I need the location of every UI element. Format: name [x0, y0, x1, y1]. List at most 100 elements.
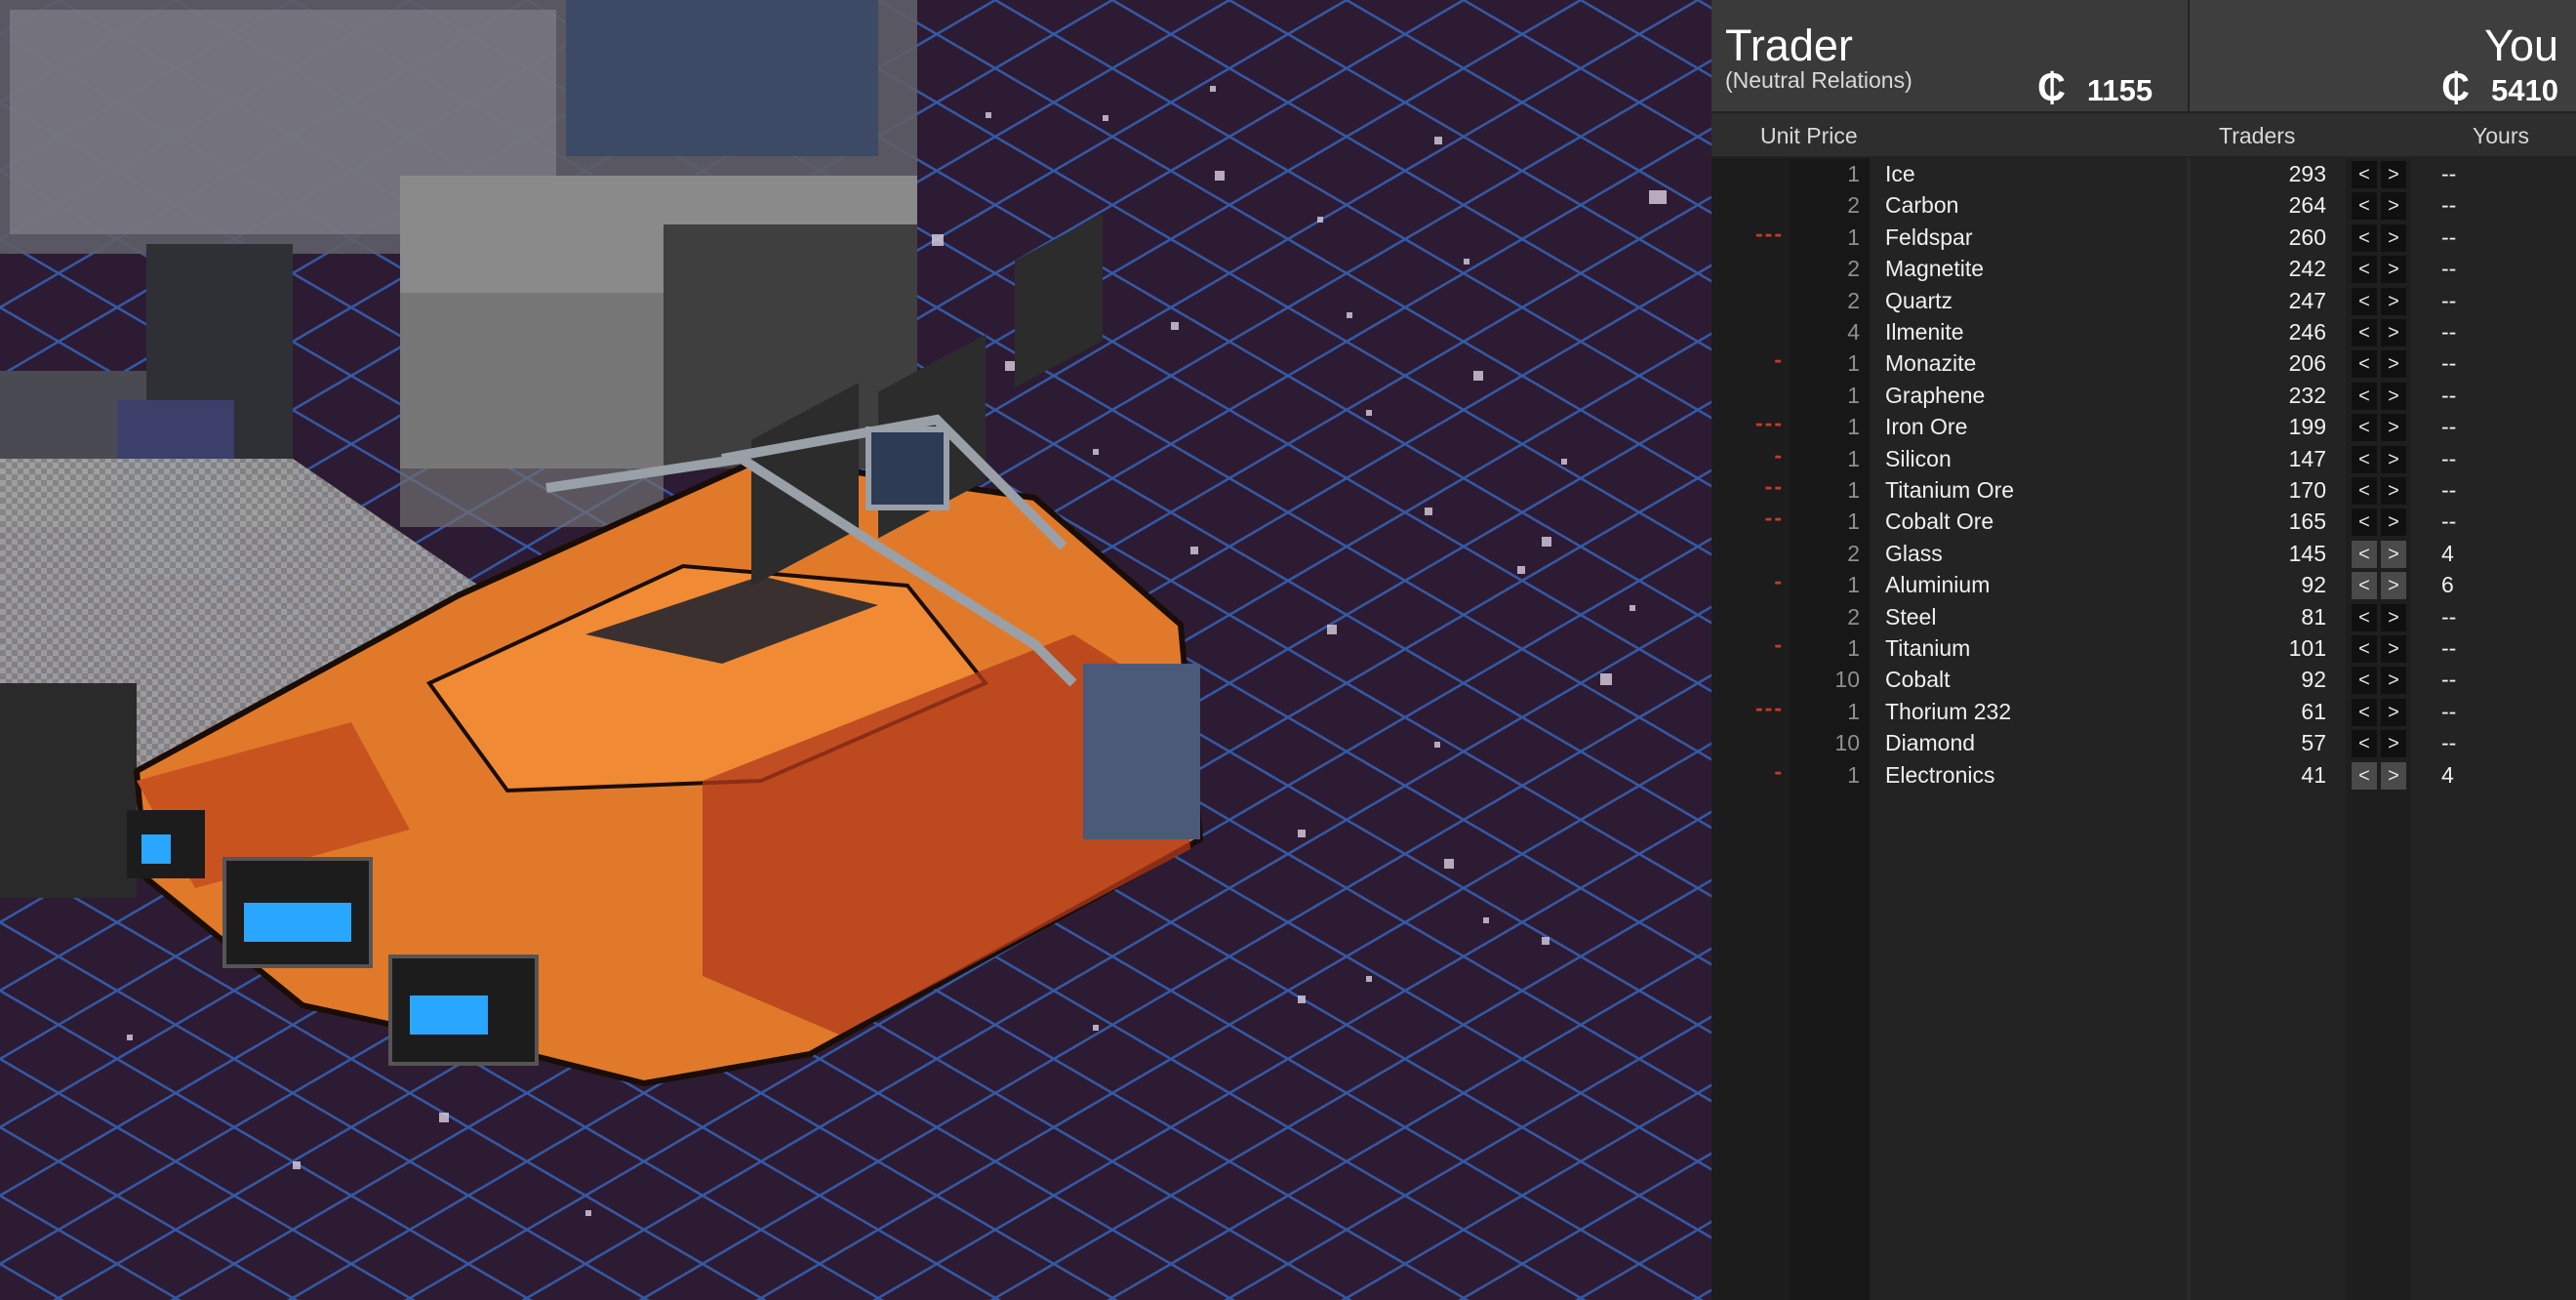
- commodity-row: --- 1 Iron Ore 199 < > --: [1711, 412, 2576, 443]
- increase-button[interactable]: >: [2381, 382, 2406, 410]
- decrease-button[interactable]: <: [2352, 192, 2377, 221]
- player-stock: --: [2441, 603, 2457, 630]
- increase-button[interactable]: >: [2381, 698, 2406, 726]
- decrease-button[interactable]: <: [2352, 761, 2377, 790]
- increase-button[interactable]: >: [2381, 161, 2406, 188]
- decrease-button[interactable]: <: [2352, 256, 2377, 284]
- commodity-row: 1 Ice 293 < > --: [1711, 159, 2576, 190]
- player-stock: --: [2441, 382, 2457, 408]
- demand-indicator: -: [1774, 568, 1784, 594]
- unit-price: 2: [1847, 603, 1860, 630]
- commodity-name: Titanium: [1885, 635, 1971, 661]
- commodity-name: Cobalt Ore: [1885, 508, 1994, 535]
- increase-button[interactable]: >: [2381, 540, 2406, 568]
- unit-price: 1: [1847, 223, 1860, 250]
- commodity-name: Diamond: [1885, 730, 1976, 756]
- increase-button[interactable]: >: [2381, 319, 2406, 346]
- player-stock: --: [2441, 730, 2457, 756]
- decrease-button[interactable]: <: [2352, 698, 2377, 726]
- decrease-button[interactable]: <: [2352, 603, 2377, 631]
- increase-button[interactable]: >: [2381, 445, 2406, 473]
- decrease-button[interactable]: <: [2352, 508, 2377, 537]
- commodity-name: Thorium 232: [1885, 698, 2012, 724]
- player-credits-value: 5410: [2491, 73, 2558, 107]
- commodity-name: Glass: [1885, 540, 1943, 566]
- trader-stock: 147: [2288, 445, 2326, 471]
- trader-stock: 242: [2288, 256, 2326, 282]
- decrease-button[interactable]: <: [2352, 445, 2377, 473]
- credit-icon: ₵: [2441, 66, 2471, 109]
- trader-stock: 81: [2301, 603, 2326, 630]
- trader-stock: 170: [2288, 477, 2326, 503]
- unit-price: 2: [1847, 192, 1860, 219]
- increase-button[interactable]: >: [2381, 223, 2406, 252]
- commodity-row: 2 Magnetite 242 < > --: [1711, 254, 2576, 285]
- unit-price: 1: [1847, 635, 1860, 661]
- trader-credits: ₵ 1155: [2037, 68, 2153, 107]
- commodity-name: Magnetite: [1885, 256, 1985, 282]
- commodity-name: Silicon: [1885, 445, 1952, 471]
- trader-stock: 293: [2288, 161, 2326, 186]
- increase-button[interactable]: >: [2381, 350, 2406, 379]
- decrease-button[interactable]: <: [2352, 161, 2377, 188]
- trader-stock: 92: [2301, 572, 2326, 598]
- unit-price: 1: [1847, 414, 1860, 440]
- player-header: You ₵ 5410: [2190, 0, 2576, 111]
- trader-header: Trader (Neutral Relations) ₵ 1155: [1711, 0, 2188, 111]
- player-stock: --: [2441, 445, 2457, 471]
- commodity-name: Titanium Ore: [1885, 477, 2015, 503]
- increase-button[interactable]: >: [2381, 730, 2406, 758]
- decrease-button[interactable]: <: [2352, 540, 2377, 568]
- increase-button[interactable]: >: [2381, 572, 2406, 600]
- decrease-button[interactable]: <: [2352, 477, 2377, 505]
- commodity-row: 2 Quartz 247 < > --: [1711, 286, 2576, 317]
- trader-stock: 232: [2288, 382, 2326, 408]
- trader-relation: (Neutral Relations): [1725, 67, 1912, 93]
- player-stock: --: [2441, 350, 2457, 377]
- decrease-button[interactable]: <: [2352, 414, 2377, 442]
- increase-button[interactable]: >: [2381, 414, 2406, 442]
- decrease-button[interactable]: <: [2352, 287, 2377, 315]
- credit-icon: ₵: [2037, 66, 2066, 109]
- unit-price: 1: [1847, 477, 1860, 503]
- decrease-button[interactable]: <: [2352, 319, 2377, 346]
- commodity-row: 2 Glass 145 < >4: [1711, 539, 2576, 570]
- unit-price: 10: [1834, 730, 1860, 756]
- decrease-button[interactable]: <: [2352, 667, 2377, 695]
- increase-button[interactable]: >: [2381, 192, 2406, 221]
- player-stock: --: [2441, 477, 2457, 503]
- commodity-row: --- 1 Feldspar 260 < > --: [1711, 222, 2576, 254]
- trader-stock: 247: [2288, 287, 2326, 313]
- increase-button[interactable]: >: [2381, 667, 2406, 695]
- yours-header: Yours: [2473, 123, 2529, 148]
- increase-button[interactable]: >: [2381, 508, 2406, 537]
- decrease-button[interactable]: <: [2352, 350, 2377, 379]
- increase-button[interactable]: >: [2381, 603, 2406, 631]
- decrease-button[interactable]: <: [2352, 382, 2377, 410]
- player-stock: --: [2441, 287, 2457, 313]
- decrease-button[interactable]: <: [2352, 223, 2377, 252]
- increase-button[interactable]: >: [2381, 477, 2406, 505]
- decrease-button[interactable]: <: [2352, 635, 2377, 663]
- trader-stock: 260: [2288, 223, 2326, 250]
- unit-price: 2: [1847, 540, 1860, 566]
- commodity-row: - 1 Titanium 101 < > --: [1711, 633, 2576, 665]
- increase-button[interactable]: >: [2381, 256, 2406, 284]
- trade-panel: Trader (Neutral Relations) ₵ 1155 You ₵ 54…: [1711, 0, 2576, 1300]
- trader-stock: 92: [2301, 667, 2326, 693]
- increase-button[interactable]: >: [2381, 287, 2406, 315]
- commodity-row: 1 Graphene 232 < > --: [1711, 381, 2576, 412]
- game-viewport[interactable]: [0, 0, 1711, 1300]
- commodity-row: 10 Diamond 57 < > --: [1711, 728, 2576, 759]
- unit-price: 10: [1834, 667, 1860, 693]
- trader-stock: 61: [2301, 698, 2326, 724]
- trader-stock: 41: [2301, 761, 2326, 788]
- player-credits: ₵ 5410: [2441, 68, 2558, 107]
- trader-stock: 165: [2288, 508, 2326, 535]
- commodity-name: Feldspar: [1885, 223, 1973, 250]
- increase-button[interactable]: >: [2381, 761, 2406, 790]
- increase-button[interactable]: >: [2381, 635, 2406, 663]
- commodity-row: 2 Steel 81 < > --: [1711, 602, 2576, 633]
- decrease-button[interactable]: <: [2352, 572, 2377, 600]
- decrease-button[interactable]: <: [2352, 730, 2377, 758]
